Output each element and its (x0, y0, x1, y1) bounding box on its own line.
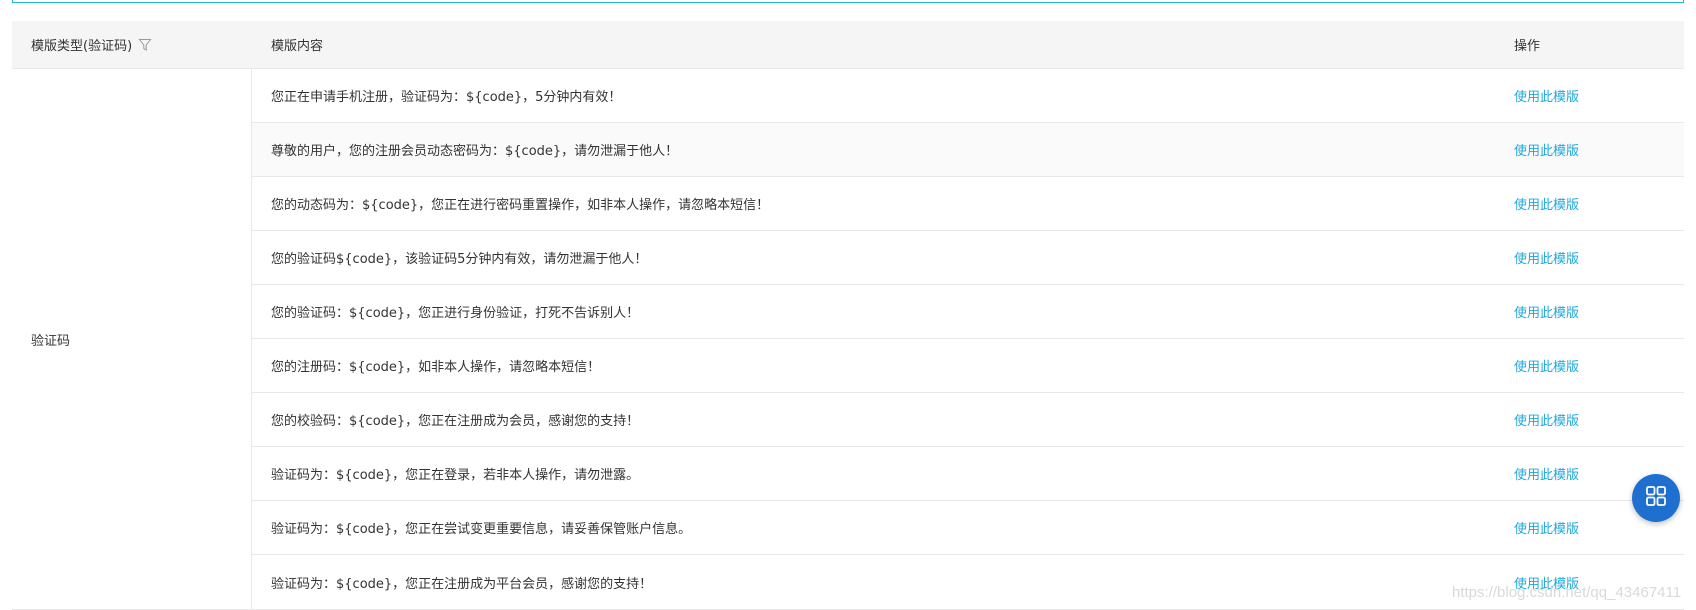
use-template-link[interactable]: 使用此模版 (1514, 522, 1579, 537)
template-content: 您的校验码：${code}，您正在注册成为会员，感谢您的支持！ (271, 414, 640, 429)
table-row: 验证码为：${code}，您正在登录，若非本人操作，请勿泄露。 使用此模版 (252, 447, 1684, 501)
use-template-link[interactable]: 使用此模版 (1514, 144, 1579, 159)
table-rows: 您正在申请手机注册，验证码为：${code}，5分钟内有效！ 使用此模版 尊敬的… (252, 69, 1684, 609)
use-template-link[interactable]: 使用此模版 (1514, 306, 1579, 321)
template-content: 验证码为：${code}，您正在尝试变更重要信息，请妥善保管账户信息。 (271, 522, 692, 537)
table-row: 您的验证码：${code}，您正进行身份验证，打死不告诉别人！ 使用此模版 (252, 285, 1684, 339)
header-template-content: 模版内容 (271, 39, 324, 54)
template-content: 您的动态码为：${code}，您正在进行密码重置操作，如非本人操作，请忽略本短信… (271, 198, 770, 213)
table-row: 您的校验码：${code}，您正在注册成为会员，感谢您的支持！ 使用此模版 (252, 393, 1684, 447)
template-content: 您正在申请手机注册，验证码为：${code}，5分钟内有效！ (271, 90, 622, 105)
top-border-bar (12, 0, 1684, 3)
template-content: 验证码为：${code}，您正在登录，若非本人操作，请勿泄露。 (271, 468, 640, 483)
template-content: 您的验证码：${code}，您正进行身份验证，打死不告诉别人！ (271, 306, 640, 321)
use-template-link[interactable]: 使用此模版 (1514, 252, 1579, 267)
template-content: 您的注册码：${code}，如非本人操作，请忽略本短信！ (271, 360, 601, 375)
template-content: 您的验证码${code}，该验证码5分钟内有效，请勿泄漏于他人！ (271, 252, 648, 267)
table-row: 您的动态码为：${code}，您正在进行密码重置操作，如非本人操作，请忽略本短信… (252, 177, 1684, 231)
type-cell: 验证码 (12, 69, 252, 609)
table-row: 尊敬的用户，您的注册会员动态密码为：${code}，请勿泄漏于他人！ 使用此模版 (252, 123, 1684, 177)
header-template-type-label: 模版类型(验证码) (31, 39, 133, 54)
floating-menu-button[interactable] (1632, 474, 1680, 522)
header-operation: 操作 (1514, 39, 1541, 54)
watermark: https://blog.csdn.net/qq_43467411 (1452, 584, 1682, 601)
table-row: 您正在申请手机注册，验证码为：${code}，5分钟内有效！ 使用此模版 (252, 69, 1684, 123)
template-content: 验证码为：${code}，您正在注册成为平台会员，感谢您的支持！ (271, 576, 653, 592)
table-body: 验证码 您正在申请手机注册，验证码为：${code}，5分钟内有效！ 使用此模版… (12, 69, 1684, 609)
template-content: 尊敬的用户，您的注册会员动态密码为：${code}，请勿泄漏于他人！ (271, 144, 679, 159)
use-template-link[interactable]: 使用此模版 (1514, 468, 1579, 483)
use-template-link[interactable]: 使用此模版 (1514, 414, 1579, 429)
filter-icon[interactable] (138, 38, 152, 52)
table-row: 您的验证码${code}，该验证码5分钟内有效，请勿泄漏于他人！ 使用此模版 (252, 231, 1684, 285)
use-template-link[interactable]: 使用此模版 (1514, 90, 1579, 105)
use-template-link[interactable]: 使用此模版 (1514, 198, 1579, 213)
use-template-link[interactable]: 使用此模版 (1514, 360, 1579, 375)
table-row: 验证码为：${code}，您正在尝试变更重要信息，请妥善保管账户信息。 使用此模… (252, 501, 1684, 555)
table-row: 您的注册码：${code}，如非本人操作，请忽略本短信！ 使用此模版 (252, 339, 1684, 393)
header-template-type: 模版类型(验证码) (12, 35, 252, 54)
table-header: 模版类型(验证码) 模版内容 操作 (12, 21, 1684, 69)
grid-icon (1645, 485, 1667, 511)
template-table: 模版类型(验证码) 模版内容 操作 验证码 您正在申请手机注册，验证码为：${c… (12, 21, 1684, 610)
